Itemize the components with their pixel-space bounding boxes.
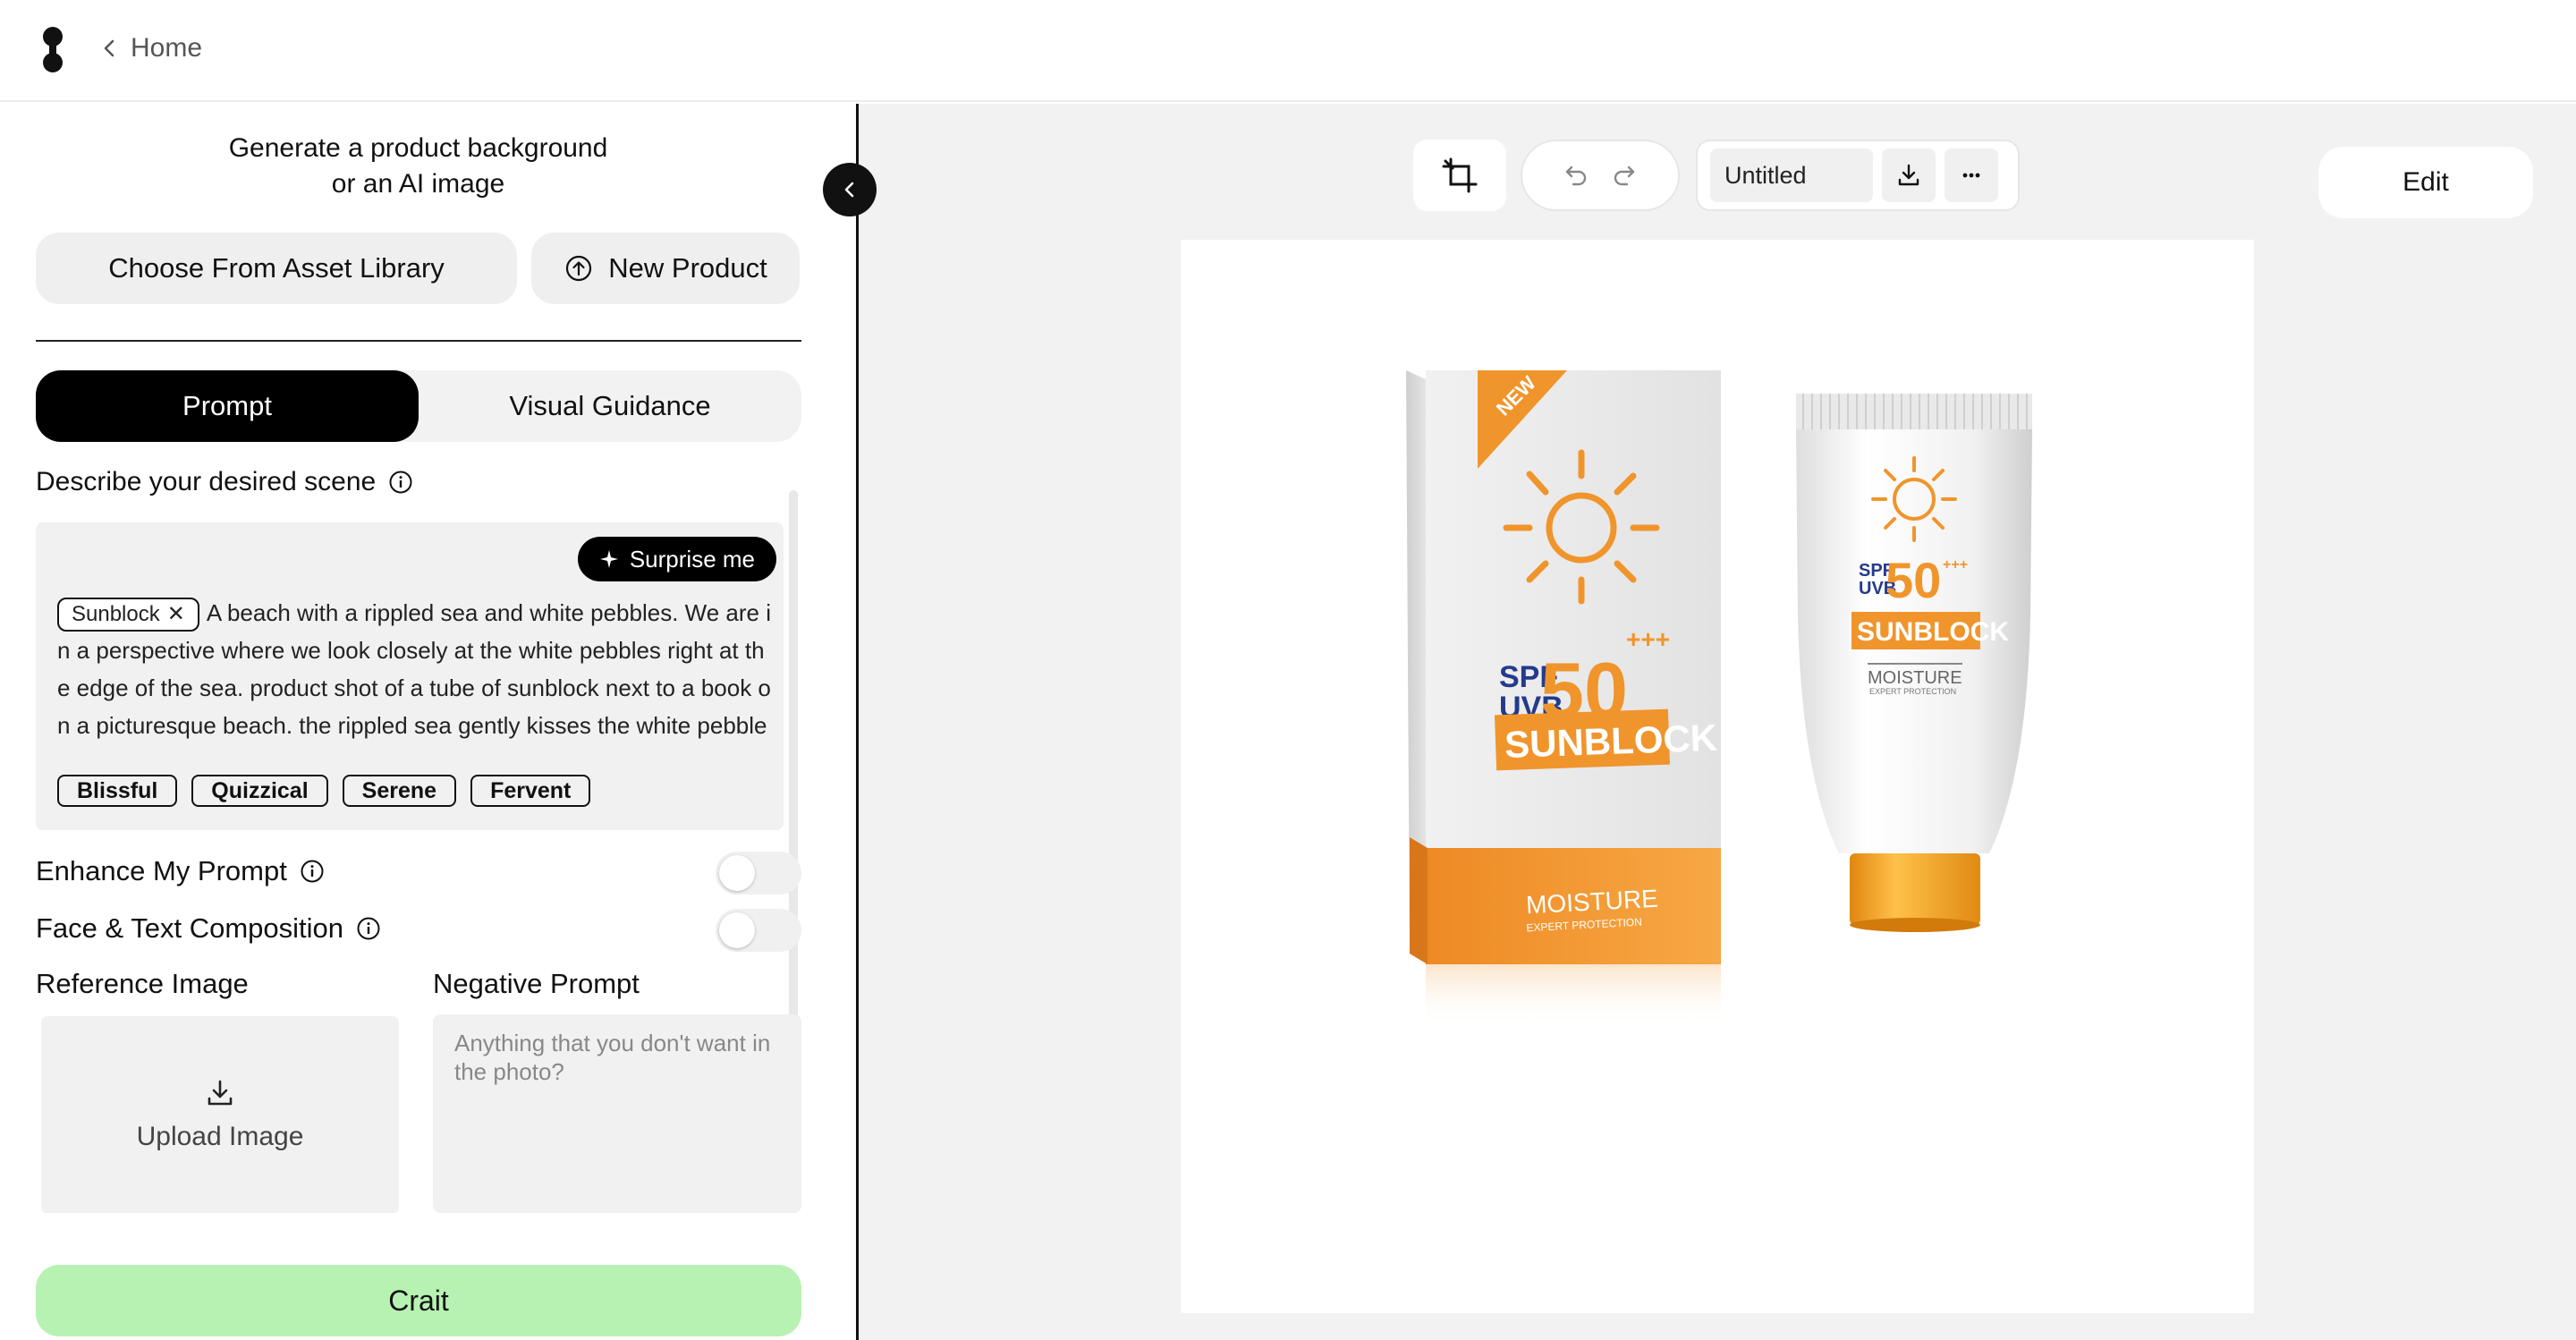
mode-tabs: Prompt Visual Guidance (36, 370, 801, 442)
negative-prompt-input[interactable] (433, 1014, 801, 1213)
undo-icon[interactable] (1563, 162, 1589, 189)
box-plus-marks: +++ (1626, 625, 1670, 653)
info-icon[interactable] (356, 916, 381, 941)
crait-submit-button[interactable]: Crait (36, 1265, 801, 1336)
edit-button[interactable]: Edit (2318, 147, 2533, 218)
product-tag-label: Sunblock (72, 602, 160, 627)
tab-visual-guidance[interactable]: Visual Guidance (419, 370, 801, 442)
home-label: Home (131, 33, 203, 63)
top-bar: Home (0, 0, 2576, 102)
face-text-toggle[interactable] (716, 909, 801, 952)
tube-sub-name: MOISTURE (1868, 668, 1962, 688)
mood-chips: Blissful Quizzical Serene Fervent (57, 775, 591, 807)
tab-prompt[interactable]: Prompt (36, 370, 419, 442)
mood-chip-blissful[interactable]: Blissful (57, 775, 178, 807)
chevron-left-icon (104, 39, 114, 57)
box-product-name: SUNBLOCK (1504, 717, 1717, 766)
surprise-me-label: Surprise me (629, 545, 755, 572)
chevron-left-icon (844, 182, 854, 198)
mood-chip-serene[interactable]: Serene (342, 775, 457, 807)
redo-icon[interactable] (1611, 162, 1638, 189)
negative-prompt-label: Negative Prompt (433, 968, 640, 999)
home-back-link[interactable]: Home (100, 30, 202, 66)
sparkle-icon (599, 550, 618, 568)
mood-chip-quizzical[interactable]: Quizzical (191, 775, 328, 807)
panel-title-line1: Generate a product background (228, 133, 608, 163)
mood-chip-fervent[interactable]: Fervent (470, 775, 591, 807)
surprise-me-button[interactable]: Surprise me (577, 537, 776, 581)
tube-plus-marks: +++ (1943, 557, 1968, 572)
tube-sub-tagline: EXPERT PROTECTION (1869, 687, 1956, 696)
document-title-field[interactable]: Untitled (1710, 148, 1873, 202)
download-button[interactable] (1882, 148, 1936, 202)
enhance-prompt-label: Enhance My Prompt (36, 855, 287, 886)
new-product-button[interactable]: New Product (531, 233, 800, 304)
section-divider (36, 340, 801, 342)
tube-product-name: SUNBLOCK (1857, 617, 2009, 647)
product-image: NEW SPF UVB 50 +++ SUNBLOCK MOISTURE EXP… (1406, 370, 2032, 1027)
toggle-knob (719, 912, 755, 948)
product-tag-chip[interactable]: Sunblock ✕ (57, 598, 199, 632)
reference-image-label: Reference Image (36, 968, 249, 999)
close-icon[interactable]: ✕ (167, 599, 185, 630)
enhance-prompt-toggle[interactable] (716, 852, 801, 895)
panel-title: Generate a product background or an AI i… (36, 131, 801, 202)
describe-scene-text: Describe your desired scene (36, 467, 377, 496)
crait-label: Crait (388, 1284, 449, 1317)
crop-icon (1442, 157, 1478, 193)
tube-spf-value: 50 (1885, 552, 1941, 608)
face-text-row: Face & Text Composition (36, 912, 381, 945)
describe-scene-label: Describe your desired scene (36, 467, 413, 497)
upload-circle-icon (566, 255, 592, 282)
face-text-label: Face & Text Composition (36, 912, 344, 944)
undo-redo-group (1521, 140, 1680, 211)
crop-button[interactable] (1413, 140, 1506, 211)
document-toolbar: Untitled (1696, 140, 2020, 211)
more-icon (1962, 173, 1980, 178)
upload-image-label: Upload Image (136, 1122, 304, 1151)
prompt-text-input[interactable]: Sunblock ✕ A beach with a rippled sea and … (57, 594, 773, 741)
info-icon[interactable] (388, 470, 413, 495)
collapse-panel-button[interactable] (823, 163, 877, 216)
download-icon (208, 1080, 233, 1106)
upload-image-button[interactable]: Upload Image (41, 1016, 399, 1213)
choose-asset-library-button[interactable]: Choose From Asset Library (36, 233, 517, 304)
enhance-prompt-row: Enhance My Prompt (36, 855, 325, 887)
download-icon (1898, 164, 1919, 186)
toggle-knob (719, 855, 755, 891)
sunblock-tube: SPF UVB 50 +++ SUNBLOCK MOISTURE EXPERT … (1796, 394, 2032, 932)
prompt-box[interactable]: Surprise me Sunblock ✕ A beach with a ripp… (36, 522, 784, 830)
edit-label: Edit (2402, 167, 2449, 197)
new-product-label: New Product (608, 252, 767, 284)
sunblock-box: NEW SPF UVB 50 +++ SUNBLOCK MOISTURE EXP… (1406, 370, 1721, 1027)
more-options-button[interactable] (1945, 148, 1998, 202)
panel-title-line2: or an AI image (331, 169, 505, 199)
info-icon[interactable] (300, 859, 325, 884)
logo-icon[interactable] (39, 25, 66, 75)
asset-button-label: Choose From Asset Library (108, 252, 445, 284)
